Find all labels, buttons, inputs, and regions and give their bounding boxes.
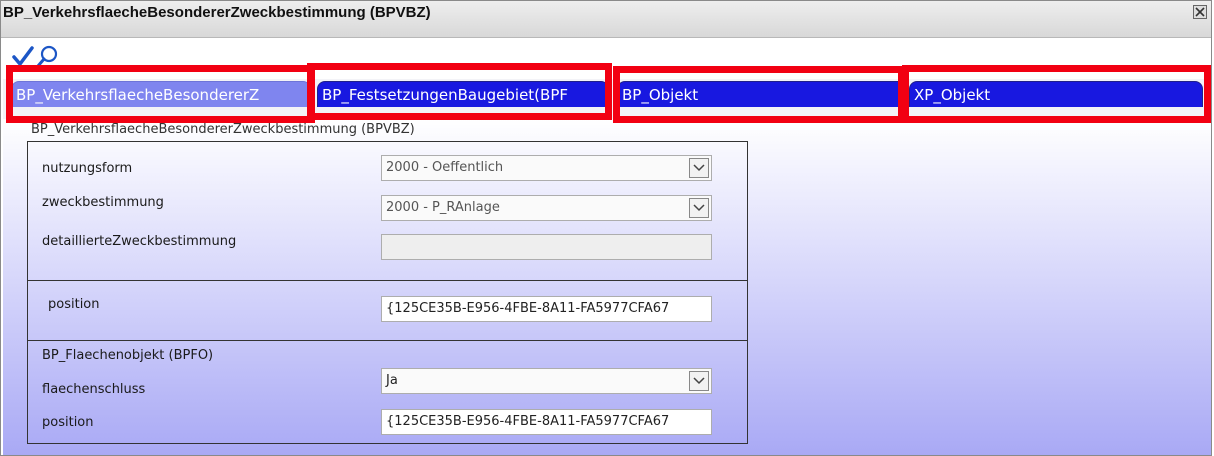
nutzungsform-value: 2000 - Oeffentlich	[386, 160, 504, 175]
flaechenobjekt-position-label: position	[42, 415, 94, 430]
nutzungsform-label: nutzungsform	[42, 161, 133, 176]
zweckbestimmung-group: nutzungsform 2000 - Oeffentlich zweckbes…	[27, 141, 748, 281]
zweckbestimmung-value: 2000 - P_RAnlage	[386, 200, 500, 215]
flaechenobjekt-position-value: {125CE35B-E956-4FBE-8A11-FA5977CFA67	[386, 414, 670, 429]
position-field[interactable]: {125CE35B-E956-4FBE-8A11-FA5977CFA67	[381, 296, 712, 322]
nutzungsform-select[interactable]: 2000 - Oeffentlich	[381, 155, 712, 181]
dropdown-button[interactable]	[689, 198, 709, 218]
highlight-box	[902, 65, 1211, 123]
chevron-down-icon	[693, 204, 705, 212]
position-value: {125CE35B-E956-4FBE-8A11-FA5977CFA67	[386, 301, 670, 316]
highlight-box	[613, 66, 905, 123]
checkmark-icon[interactable]	[11, 45, 35, 67]
flaechenobjekt-group: BP_Flaechenobjekt (BPFO) flaechenschluss…	[27, 340, 748, 444]
chevron-down-icon	[693, 164, 705, 172]
detaillierte-zweckbestimmung-label: detaillierteZweckbestimmung	[42, 234, 237, 249]
close-icon	[1195, 7, 1205, 17]
close-button[interactable]	[1193, 5, 1207, 19]
section-label: BP_VerkehrsflaecheBesondererZweckbestimm…	[31, 122, 415, 137]
flaechenschluss-select[interactable]: Ja	[381, 368, 712, 394]
zweckbestimmung-label: zweckbestimmung	[42, 195, 164, 210]
highlight-box	[6, 65, 315, 123]
title-bar: BP_VerkehrsflaecheBesondererZweckbestimm…	[1, 1, 1211, 38]
window-title: BP_VerkehrsflaecheBesondererZweckbestimm…	[3, 4, 431, 21]
dialog-window: BP_VerkehrsflaecheBesondererZweckbestimm…	[0, 0, 1212, 456]
position-label: position	[48, 297, 100, 312]
highlight-box	[307, 63, 612, 120]
dropdown-button[interactable]	[689, 158, 709, 178]
flaechenobjekt-header: BP_Flaechenobjekt (BPFO)	[42, 348, 214, 363]
position-group: position {125CE35B-E956-4FBE-8A11-FA5977…	[27, 280, 748, 341]
detaillierte-zweckbestimmung-field[interactable]	[381, 234, 712, 260]
flaechenschluss-value: Ja	[386, 373, 398, 388]
zweckbestimmung-select[interactable]: 2000 - P_RAnlage	[381, 195, 712, 221]
dropdown-button[interactable]	[689, 371, 709, 391]
flaechenobjekt-position-field[interactable]: {125CE35B-E956-4FBE-8A11-FA5977CFA67	[381, 409, 712, 435]
flaechenschluss-label: flaechenschluss	[42, 382, 146, 397]
chevron-down-icon	[693, 377, 705, 385]
